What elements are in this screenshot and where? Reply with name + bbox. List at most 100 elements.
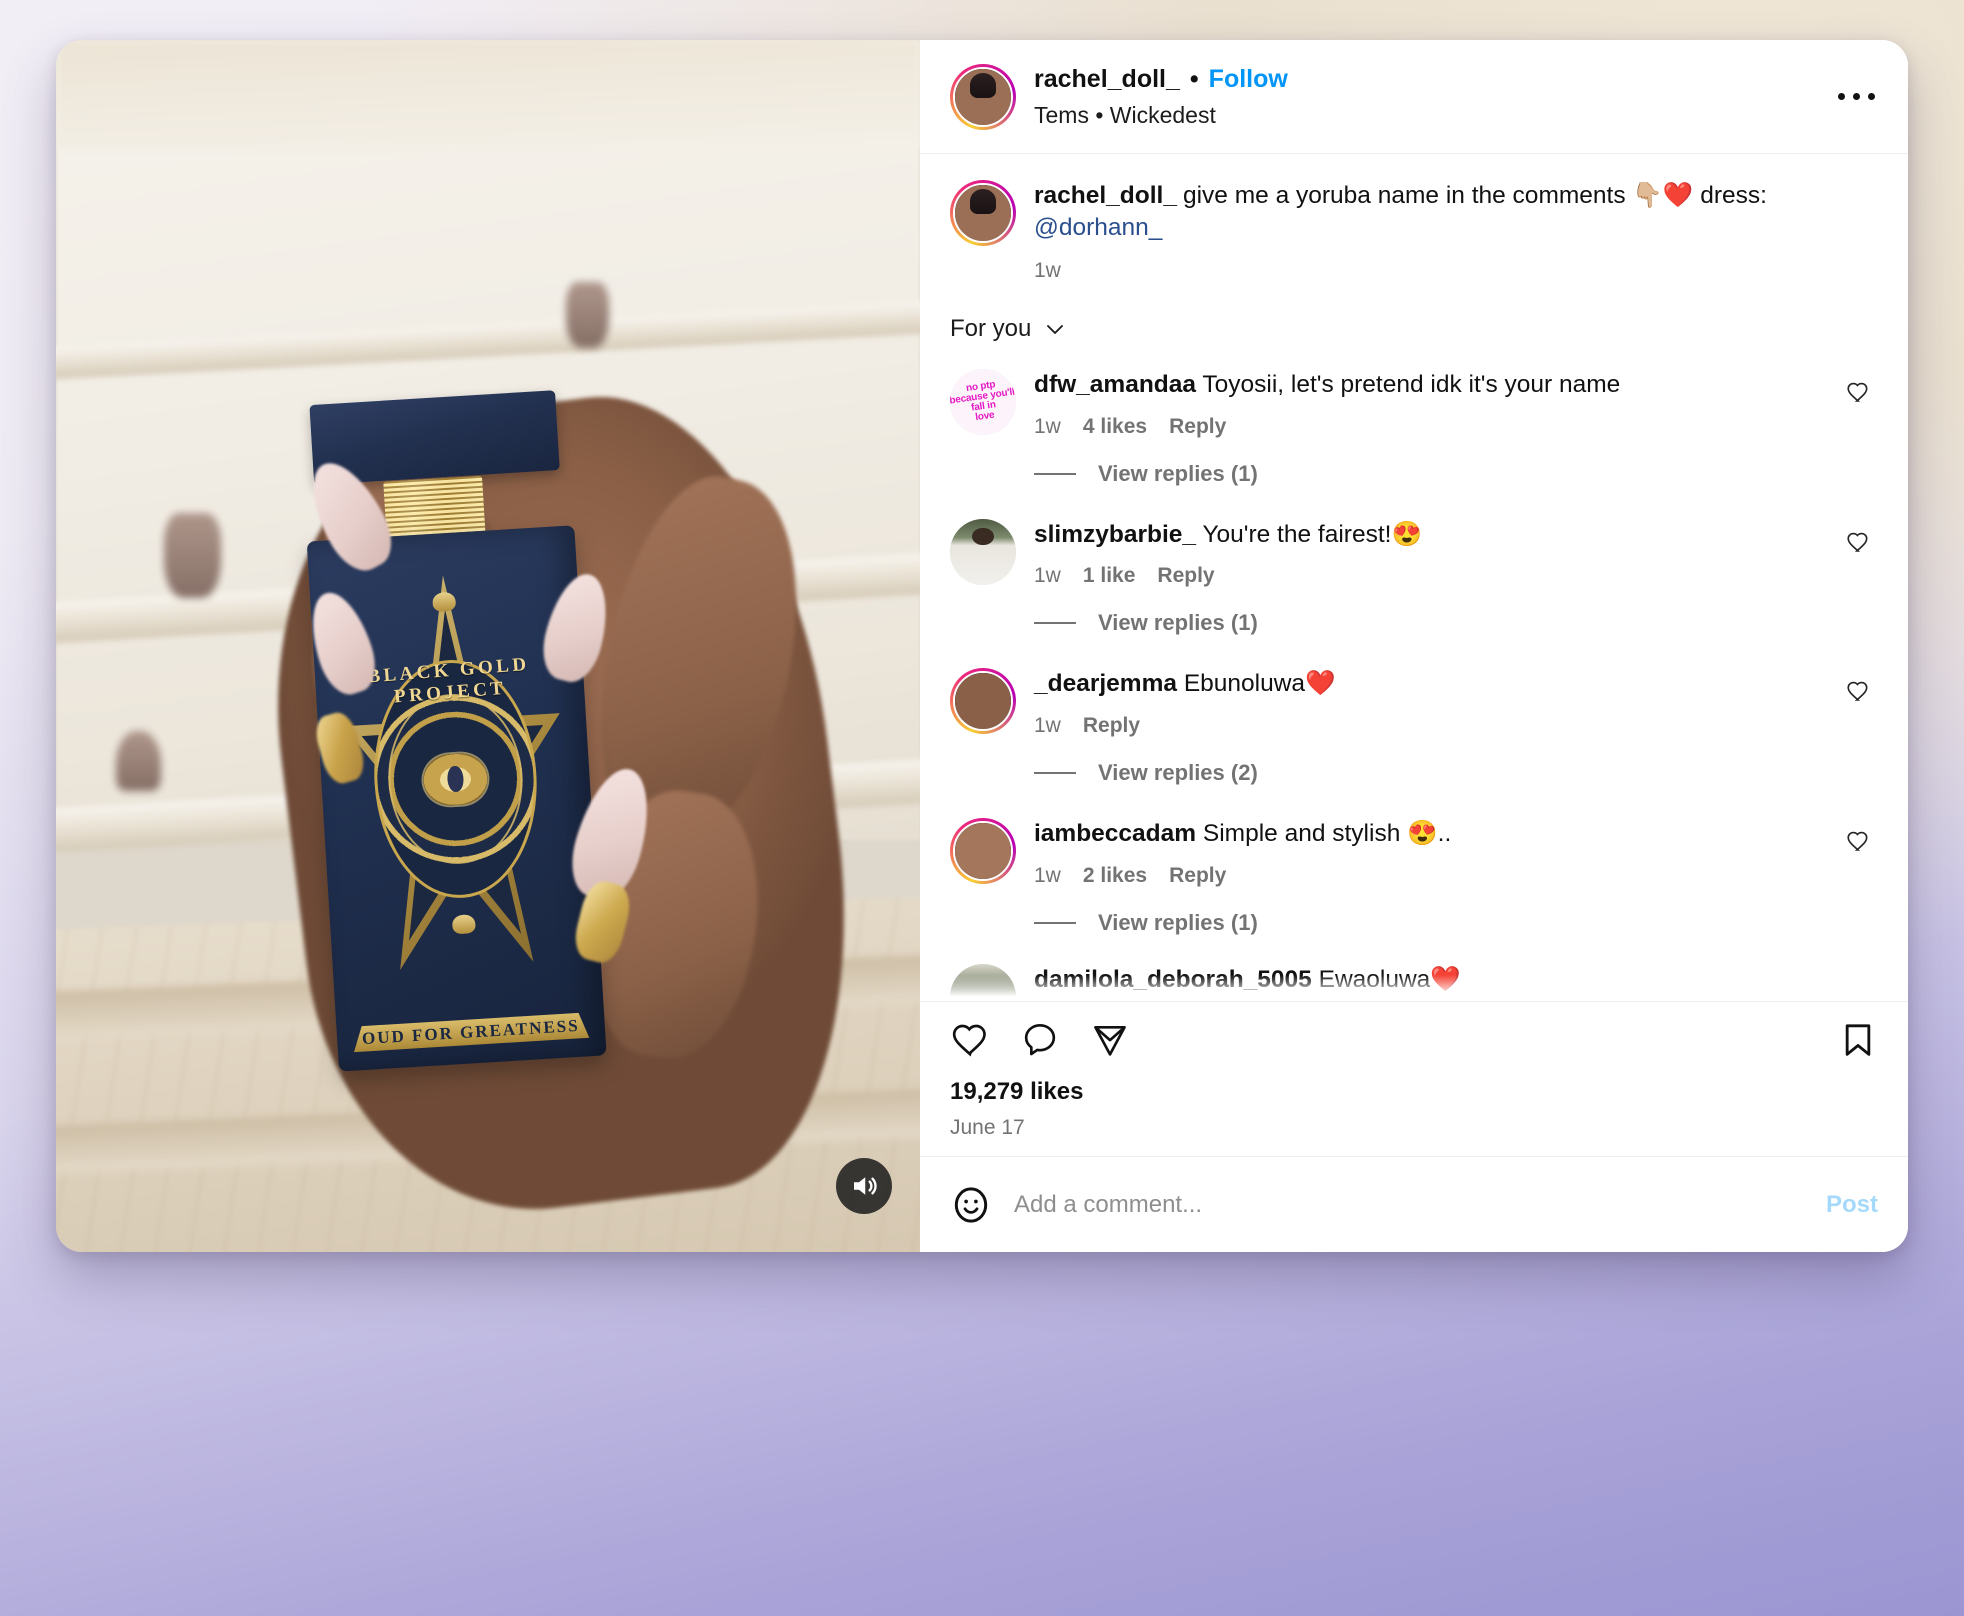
ellipsis-icon <box>1837 93 1845 100</box>
view-replies-button[interactable]: View replies (1) <box>920 445 1908 501</box>
comment-body: dfw_amandaa Toyosii, let's pretend idk i… <box>1034 369 1824 439</box>
heart-icon <box>952 1024 986 1057</box>
commenter-username[interactable]: dfw_amandaa <box>1034 371 1196 398</box>
commenter-username[interactable]: iambeccadam <box>1034 820 1196 847</box>
caption-block: rachel_doll_ give me a yoruba name in the… <box>920 154 1908 293</box>
avatar-image <box>950 964 1016 1001</box>
audio-toggle-button[interactable] <box>836 1158 892 1214</box>
action-bar <box>950 1020 1878 1060</box>
avatar-image <box>955 823 1011 880</box>
avatar-story-ring <box>950 818 1016 885</box>
avatar-image <box>955 68 1011 125</box>
comment-timestamp: 1w <box>1034 564 1061 588</box>
caption-timestamp: 1w <box>1034 258 1061 282</box>
commenter-username[interactable]: damilola_deborah_5005 <box>1034 966 1312 993</box>
author-username[interactable]: rachel_doll_ <box>1034 65 1180 94</box>
caption-body: rachel_doll_ give me a yoruba name in the… <box>1034 180 1878 283</box>
commenter-username[interactable]: _dearjemma <box>1034 670 1177 697</box>
reply-button[interactable]: Reply <box>1169 415 1226 439</box>
heart-icon <box>1847 532 1868 552</box>
post-header: rachel_doll_ • Follow Tems • Wickedest <box>920 40 1908 154</box>
comment-timestamp: 1w <box>1034 414 1061 438</box>
bookmark-icon <box>1845 1024 1871 1056</box>
commenter-username[interactable]: slimzybarbie_ <box>1034 521 1196 548</box>
comment-meta: 1w Reply <box>1034 714 1824 738</box>
add-comment-input[interactable] <box>1014 1190 1808 1219</box>
bottle-brand-text: BLACK GOLD PROJECT <box>366 653 530 708</box>
like-comment-button[interactable] <box>1838 529 1878 555</box>
commenter-avatar[interactable]: no ptp because you'll fall in love <box>950 368 1016 435</box>
action-left-group <box>950 1020 1130 1060</box>
caption-username[interactable]: rachel_doll_ <box>1034 182 1177 209</box>
reply-button[interactable]: Reply <box>1169 864 1226 888</box>
comment-timestamp: 1w <box>1034 714 1061 738</box>
caption-avatar[interactable] <box>950 180 1016 246</box>
commenter-avatar[interactable] <box>950 668 1016 735</box>
speaker-on-icon <box>854 1177 877 1195</box>
smiley-face-icon <box>954 1186 988 1223</box>
replies-line <box>1034 772 1076 775</box>
likes-count[interactable]: 19,279 likes <box>950 1078 1878 1106</box>
instagram-post-card: BLACK GOLD PROJECT OUD FOR GREATNESS rac… <box>56 40 1908 1252</box>
commenter-avatar[interactable] <box>950 964 1016 1001</box>
caption-mention[interactable]: @dorhann_ <box>1034 214 1162 241</box>
comment-text: damilola_deborah_5005 Ewaoluwa❤️ <box>1034 964 1878 994</box>
ellipsis-icon <box>1852 93 1860 100</box>
comment-body: damilola_deborah_5005 Ewaoluwa❤️ <box>1034 964 1878 994</box>
comments-filter-dropdown[interactable]: For you <box>920 293 1908 351</box>
comment-meta: 1w 4 likes Reply <box>1034 415 1824 439</box>
ellipsis-icon <box>1867 93 1875 100</box>
post-sidebar: rachel_doll_ • Follow Tems • Wickedest r… <box>920 40 1908 1252</box>
author-avatar[interactable] <box>950 63 1016 130</box>
view-replies-button[interactable]: View replies (1) <box>920 594 1908 650</box>
like-comment-button[interactable] <box>1838 828 1878 854</box>
reply-button[interactable]: Reply <box>1083 714 1140 738</box>
replies-line <box>1034 922 1076 925</box>
more-options-button[interactable] <box>1830 71 1882 123</box>
audio-attribution[interactable]: Tems • Wickedest <box>1034 102 1830 129</box>
comment-post-button[interactable] <box>1020 1020 1060 1060</box>
commenter-avatar[interactable] <box>950 518 1016 585</box>
header-text: rachel_doll_ • Follow Tems • Wickedest <box>1034 65 1830 129</box>
follow-button[interactable]: Follow <box>1209 65 1288 94</box>
view-replies-button[interactable]: View replies (1) <box>920 894 1908 950</box>
comment-body: iambeccadam Simple and stylish 😍.. 1w 2 … <box>1034 818 1824 888</box>
decor-pot <box>116 730 162 792</box>
separator-dot: • <box>1189 64 1199 93</box>
comment-meta: 1w 1 like Reply <box>1034 564 1824 588</box>
comment-likes-count[interactable]: 1 like <box>1083 564 1136 588</box>
view-replies-button[interactable]: View replies (2) <box>920 744 1908 800</box>
like-post-button[interactable] <box>950 1020 990 1060</box>
like-comment-button[interactable] <box>1838 678 1878 704</box>
comments-scroll-area[interactable]: rachel_doll_ give me a yoruba name in the… <box>920 154 1908 1001</box>
comment-item: slimzybarbie_ You're the fairest!😍 1w 1 … <box>920 501 1908 595</box>
comment-timestamp: 1w <box>1034 864 1061 888</box>
share-post-button[interactable] <box>1090 1020 1130 1060</box>
comments-filter-label: For you <box>950 314 1032 342</box>
add-comment-bar: Post <box>920 1156 1908 1252</box>
reply-button[interactable]: Reply <box>1157 564 1214 588</box>
speech-bubble-icon <box>1024 1023 1056 1056</box>
decor-pot <box>164 512 222 598</box>
commenter-avatar[interactable] <box>950 818 1016 885</box>
replies-line <box>1034 472 1076 475</box>
comment-message: Ebunoluwa❤️ <box>1183 670 1336 698</box>
comment-item: iambeccadam Simple and stylish 😍.. 1w 2 … <box>920 800 1908 894</box>
caption-meta: 1w <box>1034 259 1878 283</box>
avatar-story-ring <box>950 668 1016 735</box>
heart-icon <box>1847 382 1868 402</box>
comment-likes-count[interactable]: 4 likes <box>1083 415 1147 439</box>
comment-item: no ptp because you'll fall in love dfw_aman… <box>920 351 1908 445</box>
comment-item-partial: damilola_deborah_5005 Ewaoluwa❤️ <box>920 950 1908 1001</box>
post-media[interactable]: BLACK GOLD PROJECT OUD FOR GREATNESS <box>56 40 920 1252</box>
like-comment-button[interactable] <box>1838 379 1878 405</box>
background-ceiling <box>56 40 920 150</box>
heart-icon <box>1847 682 1868 702</box>
save-post-button[interactable] <box>1838 1020 1878 1060</box>
comment-message: Ewaoluwa❤️ <box>1318 966 1461 994</box>
comment-meta: 1w 2 likes Reply <box>1034 864 1824 888</box>
post-comment-button[interactable]: Post <box>1826 1191 1878 1219</box>
comment-likes-count[interactable]: 2 likes <box>1083 864 1147 888</box>
emoji-picker-button[interactable] <box>950 1184 992 1226</box>
post-actions: 19,279 likes June 17 <box>920 1001 1908 1156</box>
